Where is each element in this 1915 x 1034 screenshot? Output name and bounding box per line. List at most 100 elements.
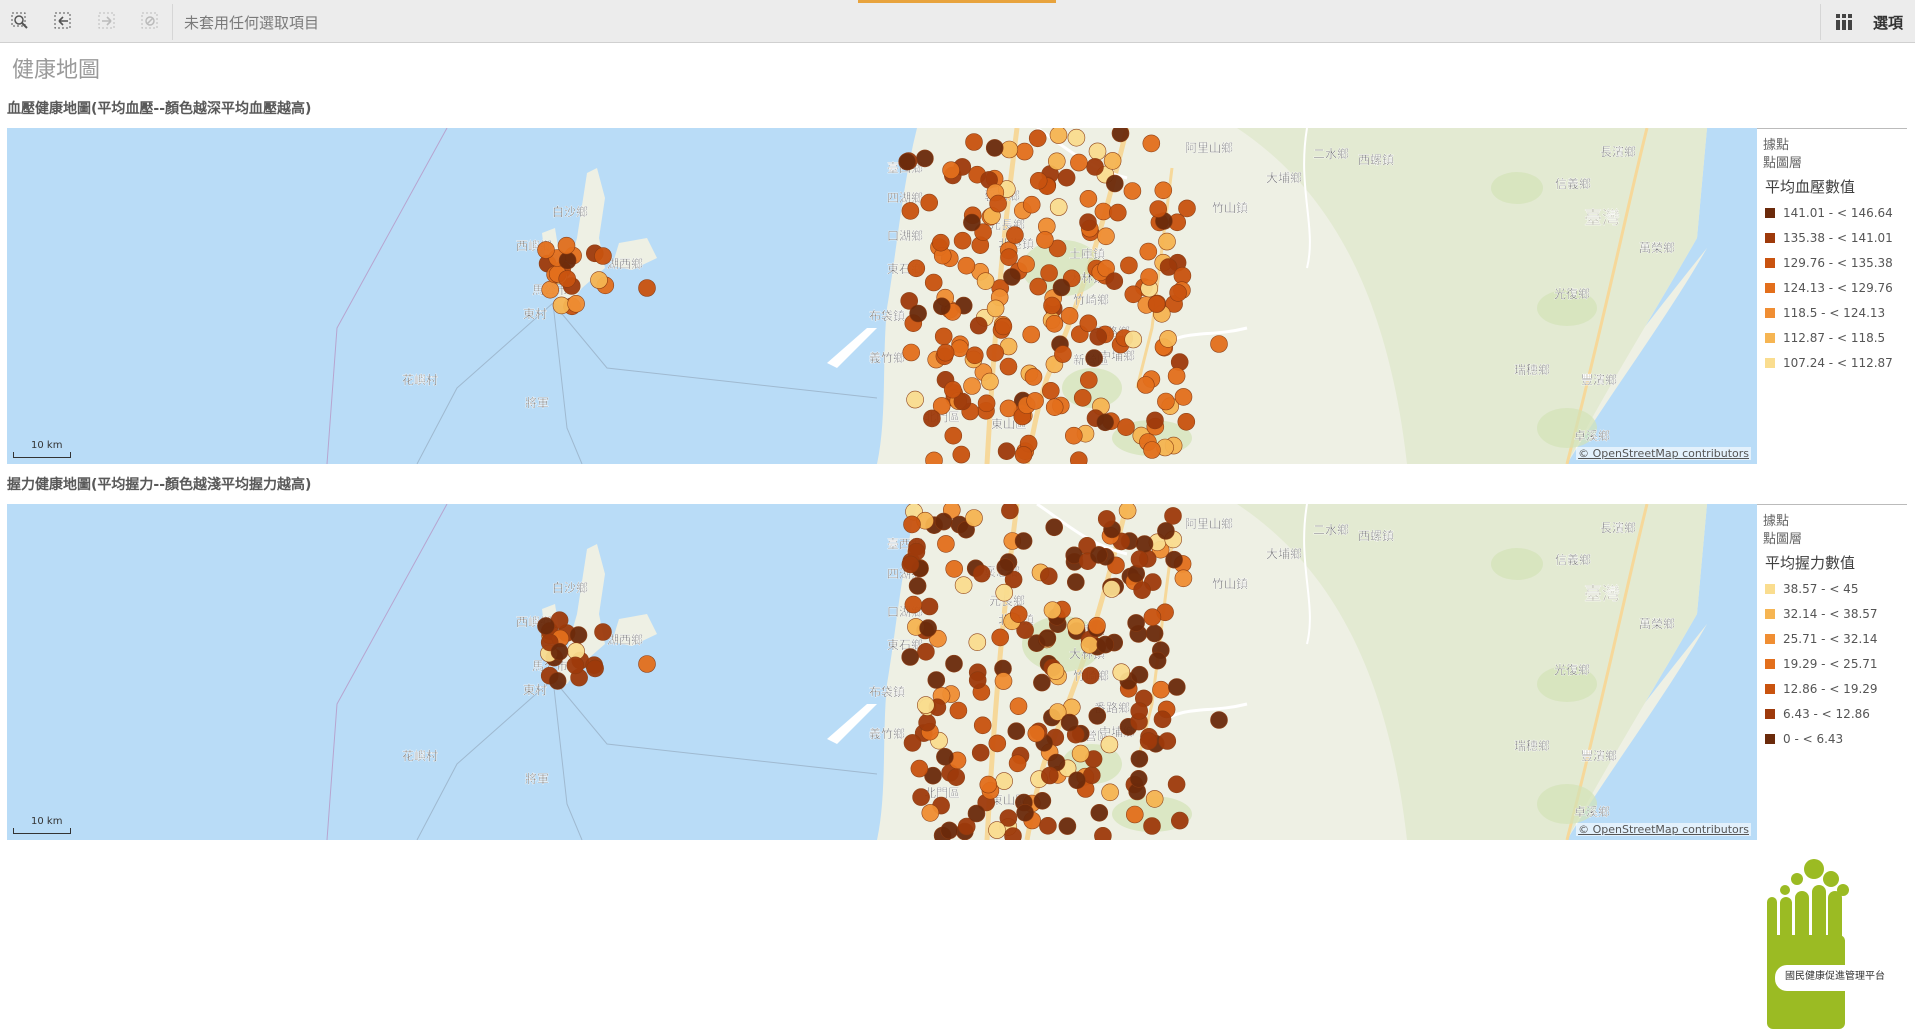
health-station-marker[interactable] [916,149,934,168]
health-station-marker[interactable] [981,372,999,391]
health-station-marker[interactable] [977,394,996,413]
health-station-marker[interactable] [1157,392,1175,411]
health-station-marker[interactable] [907,259,926,278]
health-station-marker[interactable] [949,701,968,720]
health-station-marker[interactable] [1014,446,1033,464]
map-canvas[interactable]: 西嶼鄉白沙鄉湖西鄉馬公市東村花嶼村將軍臺西鄉四湖鄉口湖鄉東石鄉布袋鎮義竹鄉北門區… [7,504,1757,840]
health-station-marker[interactable] [1085,349,1103,367]
health-station-marker[interactable] [590,271,608,289]
health-station-marker[interactable] [917,643,935,661]
health-station-marker[interactable] [965,346,984,365]
health-station-marker[interactable] [1009,605,1028,623]
health-station-marker[interactable] [901,555,920,574]
health-station-marker[interactable] [1149,200,1167,218]
health-station-marker[interactable] [953,231,972,250]
health-station-marker[interactable] [971,743,990,762]
health-station-marker[interactable] [934,512,953,531]
options-button[interactable]: 選項 [1873,12,1903,33]
health-station-marker[interactable] [1127,564,1145,583]
health-station-marker[interactable] [1124,330,1142,349]
health-station-marker[interactable] [1040,264,1058,282]
health-station-marker[interactable] [1052,278,1071,297]
health-station-marker[interactable] [985,139,1004,157]
health-station-marker[interactable] [909,304,927,323]
health-station-marker[interactable] [1003,268,1021,286]
health-station-marker[interactable] [988,821,1006,839]
health-station-marker[interactable] [1060,307,1079,325]
health-station-marker[interactable] [979,775,998,794]
health-station-marker[interactable] [1083,766,1101,785]
health-station-marker[interactable] [1016,803,1034,822]
health-station-marker[interactable] [1067,128,1086,147]
health-station-marker[interactable] [1171,811,1189,830]
health-station-marker[interactable] [1045,518,1063,537]
health-station-marker[interactable] [919,619,937,637]
health-station-marker[interactable] [944,426,963,445]
health-station-marker[interactable] [963,213,981,232]
grid-icon[interactable] [1835,13,1853,31]
health-station-marker[interactable] [943,380,962,399]
health-station-marker[interactable] [972,564,991,583]
health-station-marker[interactable] [986,299,1005,318]
health-station-marker[interactable] [1033,673,1051,692]
grip-strength-map[interactable]: 西嶼鄉 白沙鄉 湖西鄉 馬公市 東村 花嶼村 將軍 臺西鄉 四湖鄉 口湖鄉 東石鄉 布袋鎮 義竹鄉 北門區… [7,504,1757,840]
health-station-marker[interactable] [1089,328,1107,346]
health-station-marker[interactable] [973,716,992,735]
health-station-marker[interactable] [908,577,927,595]
health-station-marker[interactable] [558,251,577,270]
health-station-marker[interactable] [1101,783,1119,802]
health-station-marker[interactable] [1148,651,1167,670]
health-station-marker[interactable] [901,648,920,666]
health-station-marker[interactable] [1129,769,1148,788]
health-station-marker[interactable] [1068,771,1086,790]
step-back-icon[interactable] [52,10,74,32]
health-station-marker[interactable] [991,628,1010,647]
health-station-marker[interactable] [903,734,922,752]
health-station-marker[interactable] [1105,272,1124,290]
health-station-marker[interactable] [1043,601,1062,619]
health-station-marker[interactable] [594,247,612,265]
health-station-marker[interactable] [1174,569,1193,588]
health-station-marker[interactable] [1169,284,1187,302]
health-station-marker[interactable] [1088,707,1107,725]
map-canvas[interactable]: 西嶼鄉白沙鄉湖西鄉馬公市東村花嶼村將軍臺西鄉四湖鄉口湖鄉東石鄉布袋鎮義竹鄉北門區… [7,128,1757,464]
health-station-marker[interactable] [1049,128,1068,144]
health-station-marker[interactable] [537,617,555,635]
health-station-marker[interactable] [995,583,1014,602]
health-station-marker[interactable] [1027,724,1046,743]
health-station-marker[interactable] [1130,665,1149,684]
health-station-marker[interactable] [1079,190,1098,208]
health-station-marker[interactable] [1054,345,1072,363]
health-station-marker[interactable] [965,509,983,527]
health-station-marker[interactable] [1009,697,1028,715]
health-station-marker[interactable] [912,788,930,806]
health-station-marker[interactable] [1143,817,1161,835]
health-station-marker[interactable] [1140,268,1158,286]
health-station-marker[interactable] [1102,580,1121,598]
health-station-marker[interactable] [920,597,939,616]
health-station-marker[interactable] [1067,573,1085,591]
health-station-marker[interactable] [1165,550,1183,569]
health-station-marker[interactable] [1137,376,1155,394]
health-station-marker[interactable] [994,672,1013,690]
health-station-marker[interactable] [968,633,987,651]
health-station-marker[interactable] [1022,325,1040,344]
health-station-marker[interactable] [969,316,988,335]
health-station-marker[interactable] [924,273,943,292]
health-station-marker[interactable] [1029,171,1048,190]
health-station-marker[interactable] [1007,722,1026,740]
health-station-marker[interactable] [1057,168,1076,187]
health-station-marker[interactable] [903,515,921,534]
health-station-marker[interactable] [1001,504,1019,520]
health-station-marker[interactable] [910,759,929,778]
health-station-marker[interactable] [1135,535,1154,553]
health-station-marker[interactable] [1143,608,1162,626]
health-station-marker[interactable] [1036,231,1054,249]
health-station-marker[interactable] [1127,614,1145,632]
health-station-marker[interactable] [1139,242,1158,261]
health-station-marker[interactable] [937,535,955,553]
health-station-marker[interactable] [1130,750,1149,768]
step-forward-icon[interactable] [96,10,118,32]
health-station-marker[interactable] [1096,413,1114,432]
health-station-marker[interactable] [567,295,585,313]
